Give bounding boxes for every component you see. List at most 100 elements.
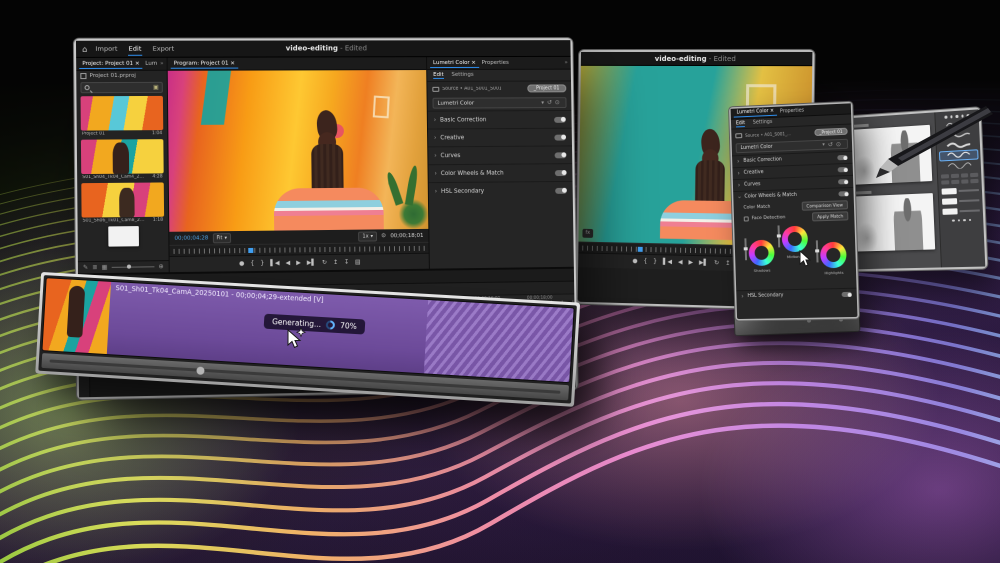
toggle-switch[interactable] bbox=[837, 155, 847, 160]
prev-frame-button[interactable]: ◀ bbox=[678, 260, 683, 266]
apply-match-button[interactable]: Apply Match bbox=[812, 211, 848, 221]
play-button[interactable]: ▶ bbox=[296, 260, 301, 266]
toggle-switch[interactable] bbox=[838, 191, 848, 196]
section-basic-correction[interactable]: › Basic Correction bbox=[428, 110, 572, 129]
toggle-switch[interactable] bbox=[555, 152, 567, 158]
subtab-edit[interactable]: Edit bbox=[736, 121, 745, 127]
step-forward-button[interactable]: ▶▌ bbox=[699, 260, 708, 266]
layer-swatch-3[interactable] bbox=[942, 207, 980, 215]
toggle-switch[interactable] bbox=[838, 167, 848, 172]
preset-pill-button[interactable]: _Project 01 bbox=[814, 127, 847, 135]
window2-title: video-editing - Edited bbox=[581, 54, 812, 62]
chevron-right-icon: › bbox=[434, 152, 436, 159]
loop-button[interactable]: ↻ bbox=[714, 260, 719, 266]
layer-swatch-2[interactable] bbox=[942, 197, 979, 205]
project-items: Project 011:04 S01_Sh04_Tk04_Cam4_202501… bbox=[76, 96, 168, 261]
step-back-button[interactable]: ▌◀ bbox=[270, 260, 279, 266]
chevron-right-icon: › bbox=[737, 170, 740, 177]
tab-properties[interactable]: Properties bbox=[777, 107, 807, 115]
loop-button[interactable]: ↻ bbox=[322, 260, 327, 266]
mark-out-button[interactable]: } bbox=[653, 259, 657, 265]
shadows-slider[interactable] bbox=[744, 238, 746, 260]
panel-menu-icon[interactable]: » bbox=[160, 61, 163, 67]
playhead[interactable] bbox=[248, 248, 253, 253]
mark-in-button[interactable]: { bbox=[643, 259, 647, 265]
shadows-wheel[interactable] bbox=[748, 240, 774, 267]
tab-project[interactable]: Project: Project 01 × bbox=[79, 59, 142, 68]
subtab-settings[interactable]: Settings bbox=[753, 119, 773, 126]
tab-program[interactable]: Program: Project 01 × bbox=[171, 59, 238, 68]
subtab-edit[interactable]: Edit bbox=[433, 72, 444, 79]
highlights-slider[interactable] bbox=[816, 240, 818, 262]
zoom-slider[interactable] bbox=[111, 266, 154, 268]
clip-label: S01_Sh01_Tk04_CamA_20250101 - 00;00;04;2… bbox=[115, 284, 323, 304]
play-button[interactable]: ▶ bbox=[688, 260, 693, 266]
project-item[interactable]: S01_Sh04_Tk04_Cam4_202501014:28 bbox=[81, 139, 164, 180]
toggle-switch[interactable] bbox=[838, 179, 848, 184]
effect-dropdown[interactable]: Lumetri Color ▾ ↺⊙ bbox=[432, 97, 566, 108]
color-wheels: Shadows Midtones Highlights bbox=[734, 223, 856, 290]
toggle-switch[interactable] bbox=[554, 116, 566, 122]
subtab-settings[interactable]: Settings bbox=[451, 72, 473, 79]
toggle-switch[interactable] bbox=[554, 134, 566, 140]
extract-button[interactable]: ↧ bbox=[344, 259, 349, 265]
scrollbar-knob[interactable] bbox=[197, 366, 205, 374]
rate-dropdown[interactable]: 1x▾ bbox=[358, 231, 377, 241]
midtones-slider[interactable] bbox=[778, 225, 780, 247]
preset-pill-button[interactable]: _Project 01 bbox=[527, 84, 566, 92]
titlebar-window2: video-editing - Edited bbox=[581, 52, 813, 66]
panel-menu-icon[interactable]: » bbox=[564, 60, 567, 66]
playhead[interactable] bbox=[637, 247, 642, 252]
midtones-wheel[interactable] bbox=[782, 226, 809, 253]
toggle-switch[interactable] bbox=[555, 170, 567, 176]
chevron-down-icon: ▾ bbox=[371, 233, 374, 239]
new-item-icon[interactable]: ⊕ bbox=[158, 263, 163, 270]
bypass-icon: ⊙ bbox=[836, 141, 841, 148]
highlights-wheel[interactable] bbox=[820, 242, 847, 269]
section-hsl-secondary[interactable]: › HSL Secondary bbox=[429, 181, 573, 200]
timecode-current[interactable]: 00;00;04;28 bbox=[174, 235, 208, 241]
list-view-icon[interactable]: ≣ bbox=[92, 264, 97, 271]
lumetri-subtabs: Edit Settings bbox=[427, 70, 571, 82]
tab-lumetri-color[interactable]: Lumetri Color × bbox=[430, 59, 479, 68]
fit-dropdown[interactable]: Fit▾ bbox=[212, 233, 231, 243]
project-item[interactable]: S01_Sh06_Tk01_Cam8_202501011:18 bbox=[81, 182, 164, 223]
chevron-right-icon: › bbox=[434, 134, 436, 141]
section-curves[interactable]: › Curves bbox=[428, 145, 572, 164]
tab-lumetri-color[interactable]: Lumetri Color × bbox=[734, 108, 778, 118]
mark-in-button[interactable]: { bbox=[250, 260, 254, 266]
section-creative[interactable]: › Creative bbox=[428, 128, 572, 147]
marker-button[interactable]: ● bbox=[632, 259, 637, 265]
thumb-view-icon[interactable]: ▦ bbox=[101, 264, 107, 271]
step-forward-button[interactable]: ▶▌ bbox=[307, 260, 316, 266]
generated-region-hatch bbox=[424, 300, 574, 382]
search-input[interactable] bbox=[93, 84, 150, 90]
titlebar-main: ⌂ Import Edit Export video-editing - Edi… bbox=[76, 40, 571, 58]
lift-button[interactable]: ↥ bbox=[333, 259, 338, 265]
tab-properties[interactable]: Properties bbox=[479, 59, 512, 67]
section-color-wheels[interactable]: › Color Wheels & Match bbox=[428, 163, 572, 182]
project-item[interactable]: Project 011:04 bbox=[81, 96, 164, 137]
blank-card[interactable] bbox=[108, 226, 139, 247]
panel-lumetri: Lumetri Color × Properties » Edit Settin… bbox=[427, 57, 574, 269]
search-bar: ▣ bbox=[80, 82, 162, 93]
chevron-right-icon: › bbox=[738, 182, 741, 189]
lift-button[interactable]: ↥ bbox=[725, 261, 730, 267]
marker-button[interactable]: ● bbox=[239, 261, 244, 267]
tab-overflow[interactable]: Lum bbox=[142, 60, 160, 68]
comparison-view-button[interactable]: Comparison View bbox=[801, 200, 848, 211]
settings-wrench-icon[interactable]: ⚙ bbox=[381, 232, 386, 239]
toggle-switch[interactable] bbox=[842, 292, 852, 297]
project-file-row: Project 01.prproj bbox=[76, 71, 167, 81]
mark-out-button[interactable]: } bbox=[260, 260, 264, 266]
edit-icon[interactable]: ✎ bbox=[83, 264, 88, 271]
face-detection-checkbox[interactable] bbox=[744, 216, 749, 221]
chevron-down-icon: ▾ bbox=[822, 142, 825, 147]
folder-icon[interactable]: ▣ bbox=[153, 84, 159, 91]
prev-frame-button[interactable]: ◀ bbox=[285, 260, 290, 266]
step-back-button[interactable]: ▌◀ bbox=[663, 259, 672, 265]
storyboard-frame-2[interactable] bbox=[850, 193, 935, 252]
export-frame-button[interactable]: ▤ bbox=[355, 259, 361, 265]
toggle-switch[interactable] bbox=[555, 187, 567, 193]
panel-project: Project: Project 01 × Lum » Project 01.p… bbox=[76, 58, 170, 274]
